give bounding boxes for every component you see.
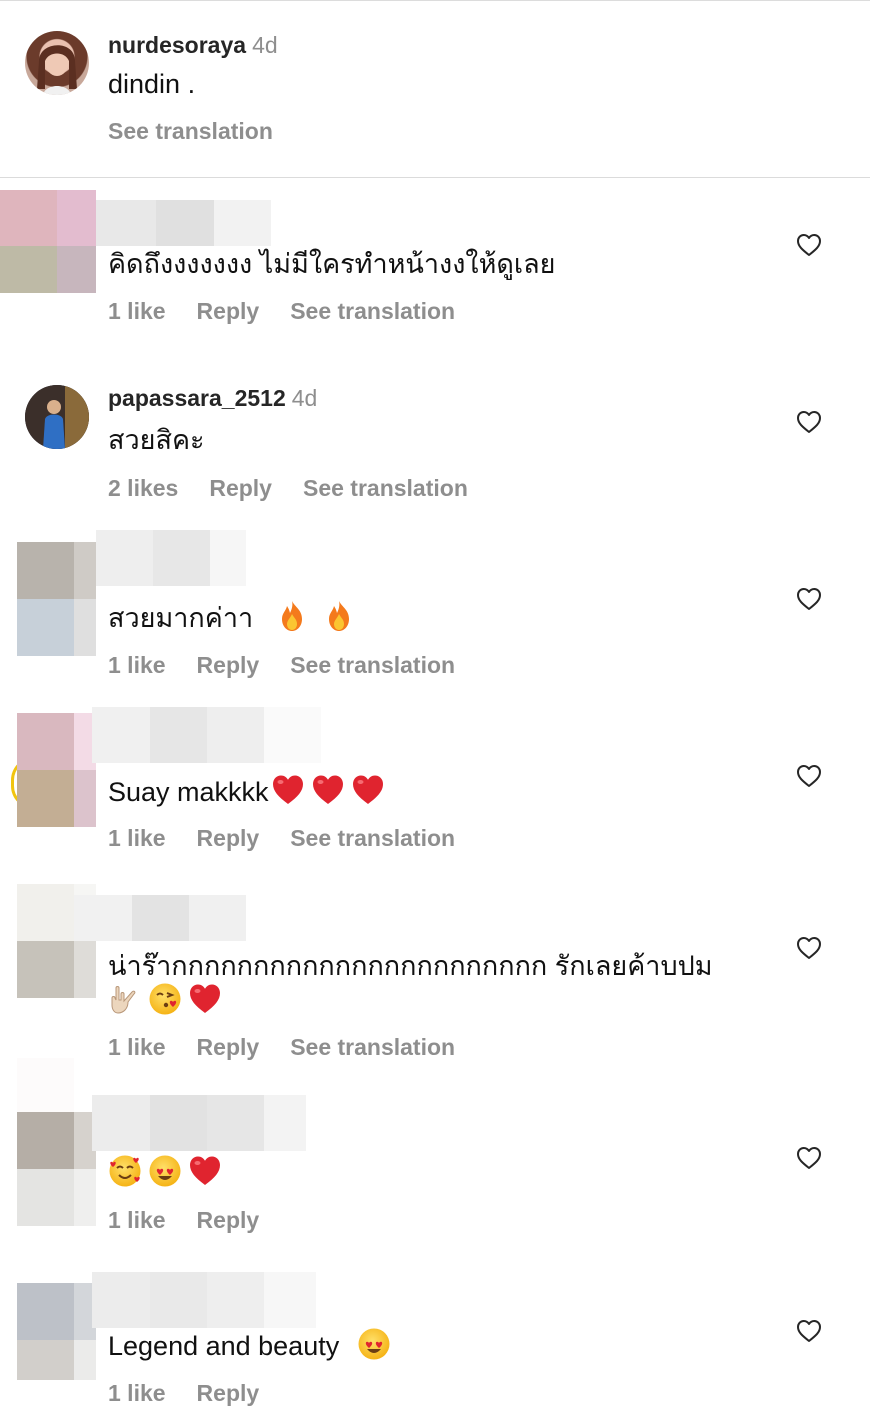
- likes-count[interactable]: 1 like: [108, 652, 166, 678]
- comment-actions: 2 likes Reply See translation: [108, 473, 499, 503]
- avatar[interactable]: [17, 1283, 96, 1380]
- likes-count[interactable]: 1 like: [108, 1207, 166, 1233]
- avatar[interactable]: [25, 31, 89, 95]
- heart-outline-icon[interactable]: [796, 1146, 822, 1170]
- see-translation-link[interactable]: See translation: [108, 116, 273, 146]
- caption-divider: [0, 177, 870, 178]
- comment-text-body: Legend and beauty: [108, 1331, 340, 1361]
- reply-button[interactable]: Reply: [197, 825, 260, 851]
- see-translation-link[interactable]: See translation: [303, 475, 468, 501]
- username[interactable]: [96, 530, 246, 586]
- see-translation-link[interactable]: See translation: [290, 1034, 455, 1060]
- comment-text: คิดถึงงงงงงง ไม่มีใครทำหน้างงให้ดูเลย: [108, 249, 556, 279]
- comment-header: papassara_2512 4d: [108, 383, 317, 413]
- username[interactable]: [74, 895, 246, 941]
- avatar[interactable]: [17, 542, 96, 656]
- likes-count[interactable]: 1 like: [108, 1034, 166, 1060]
- comment-text: น่าร๊ากกกกกกกกกกกกกกกกกกกกกกก รักเลยค้าบ…: [108, 951, 713, 981]
- fire-emoji: [275, 599, 309, 633]
- username[interactable]: [92, 1095, 306, 1151]
- comment-actions: 1 like Reply See translation: [108, 823, 486, 853]
- see-translation-link[interactable]: See translation: [290, 825, 455, 851]
- heart-eyes-emoji: [357, 1327, 391, 1361]
- comment-actions: 1 like Reply See translation: [108, 1032, 486, 1062]
- comment-emoji-row: [108, 1154, 222, 1190]
- love-you-gesture-emoji: [111, 986, 136, 1014]
- heart-outline-icon[interactable]: [796, 410, 822, 434]
- heart-outline-icon[interactable]: [796, 764, 822, 788]
- see-translation-link[interactable]: See translation: [290, 652, 455, 678]
- reply-button[interactable]: Reply: [197, 652, 260, 678]
- heart-emoji: [188, 1154, 222, 1188]
- likes-count[interactable]: 2 likes: [108, 475, 178, 501]
- reply-button[interactable]: Reply: [197, 1380, 260, 1406]
- heart-emoji: [351, 773, 385, 807]
- avatar-photo: [37, 45, 77, 95]
- avatar[interactable]: [25, 385, 89, 449]
- comment-text: สวยมากค่าา: [108, 599, 356, 636]
- likes-count[interactable]: 1 like: [108, 1380, 166, 1406]
- username[interactable]: [92, 1272, 316, 1328]
- comment-emoji-row: [108, 982, 222, 1018]
- fire-emoji: [322, 599, 356, 633]
- heart-outline-icon[interactable]: [796, 587, 822, 611]
- avatar[interactable]: [0, 190, 96, 293]
- reply-button[interactable]: Reply: [197, 298, 260, 324]
- comment-actions: 1 like Reply: [108, 1205, 290, 1235]
- comment-actions: 1 like Reply See translation: [108, 650, 486, 680]
- likes-count[interactable]: 1 like: [108, 298, 166, 324]
- likes-count[interactable]: 1 like: [108, 825, 166, 851]
- comment-text: สวยสิคะ: [108, 425, 205, 455]
- avatar[interactable]: [17, 1058, 96, 1226]
- kissing-face-emoji: [148, 982, 182, 1016]
- heart-emoji: [311, 773, 345, 807]
- reply-button[interactable]: Reply: [197, 1207, 260, 1233]
- comment-text: Legend and beauty: [108, 1327, 391, 1364]
- heart-outline-icon[interactable]: [796, 1319, 822, 1343]
- avatar-photo: [25, 385, 89, 449]
- reply-button[interactable]: Reply: [209, 475, 272, 501]
- heart-outline-icon[interactable]: [796, 936, 822, 960]
- timestamp: 4d: [291, 385, 318, 411]
- timestamp: 4d: [252, 32, 278, 58]
- smiling-face-with-hearts-emoji: [108, 1154, 142, 1188]
- see-translation-link[interactable]: See translation: [290, 298, 455, 324]
- caption-text: dindin .: [108, 69, 196, 99]
- heart-outline-icon[interactable]: [796, 233, 822, 257]
- comment-actions: 1 like Reply: [108, 1378, 290, 1408]
- comment-text-body: สวยมากค่าา: [108, 603, 254, 633]
- comment-actions: 1 like Reply See translation: [108, 296, 486, 326]
- reply-button[interactable]: Reply: [197, 1034, 260, 1060]
- heart-emoji: [271, 773, 305, 807]
- username[interactable]: papassara_2512: [108, 385, 286, 411]
- username[interactable]: [96, 200, 271, 246]
- username[interactable]: nurdesoraya: [108, 32, 246, 58]
- caption-header: nurdesoraya 4d: [108, 30, 278, 60]
- username[interactable]: [92, 707, 321, 763]
- comment-text: Suay makkkk: [108, 773, 385, 810]
- heart-emoji: [188, 982, 222, 1016]
- comment-text-body: Suay makkkk: [108, 777, 269, 807]
- post-caption: nurdesoraya 4d dindin . See translation: [0, 0, 870, 177]
- heart-eyes-emoji: [148, 1154, 182, 1188]
- avatar[interactable]: [17, 713, 96, 827]
